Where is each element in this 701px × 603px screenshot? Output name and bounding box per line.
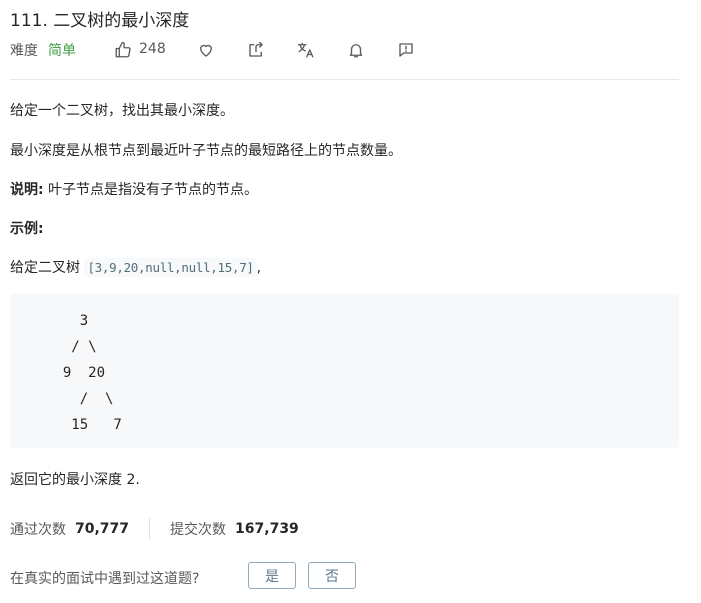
- tree-code-block: 3 / \ 9 20 / \ 15 7: [10, 294, 679, 448]
- submitted-label: 提交次数: [170, 522, 227, 538]
- description-paragraph-1: 给定一个二叉树，找出其最小深度。: [10, 103, 234, 119]
- difficulty-badge: 简单: [48, 43, 76, 59]
- difficulty-label: 难度: [10, 43, 38, 59]
- yes-button[interactable]: 是: [248, 562, 296, 589]
- result-paragraph: 返回它的最小深度 2.: [10, 472, 140, 488]
- header-divider: [10, 79, 679, 80]
- note-paragraph: 说明: 叶子节点是指没有子节点的节点。: [10, 179, 258, 199]
- example-suffix: ,: [256, 260, 262, 276]
- problem-page: 111. 二叉树的最小深度 难度 简单 248 给定一个二叉树，找出其最小深度。…: [0, 0, 701, 603]
- tree-diagram: 3 / \ 9 20 / \ 15 7: [62, 313, 122, 433]
- difficulty-row: 难度 简单: [10, 40, 76, 60]
- stats-divider: [149, 518, 151, 540]
- no-button[interactable]: 否: [308, 562, 356, 589]
- feedback-icon[interactable]: [397, 41, 415, 59]
- accepted-value: 70,777: [75, 521, 130, 537]
- example-inline-code: [3,9,20,null,null,15,7]: [84, 258, 257, 277]
- submitted-value: 167,739: [235, 521, 299, 537]
- example-prefix: 给定二叉树: [10, 260, 85, 276]
- translate-icon[interactable]: [297, 41, 315, 59]
- heart-icon[interactable]: [197, 41, 215, 59]
- example-label: 示例:: [10, 221, 44, 237]
- interview-question: 在真实的面试中遇到过这道题?: [10, 571, 200, 587]
- example-heading: 示例:: [10, 218, 44, 238]
- problem-title: 111. 二叉树的最小深度: [10, 11, 190, 31]
- description-paragraph-2: 最小深度是从根节点到最近叶子节点的最短路径上的节点数量。: [10, 143, 402, 159]
- bell-icon[interactable]: [347, 41, 365, 59]
- thumbs-up-icon[interactable]: [114, 41, 132, 59]
- like-count: 248: [139, 41, 166, 57]
- accepted-label: 通过次数: [10, 522, 66, 538]
- example-sentence: 给定二叉树 [3,9,20,null,null,15,7],: [10, 257, 261, 277]
- note-label: 说明:: [10, 182, 44, 198]
- note-text: 叶子节点是指没有子节点的节点。: [43, 182, 259, 198]
- share-icon[interactable]: [247, 41, 265, 59]
- submission-stats: 通过次数 70,777 提交次数 167,739: [10, 518, 299, 540]
